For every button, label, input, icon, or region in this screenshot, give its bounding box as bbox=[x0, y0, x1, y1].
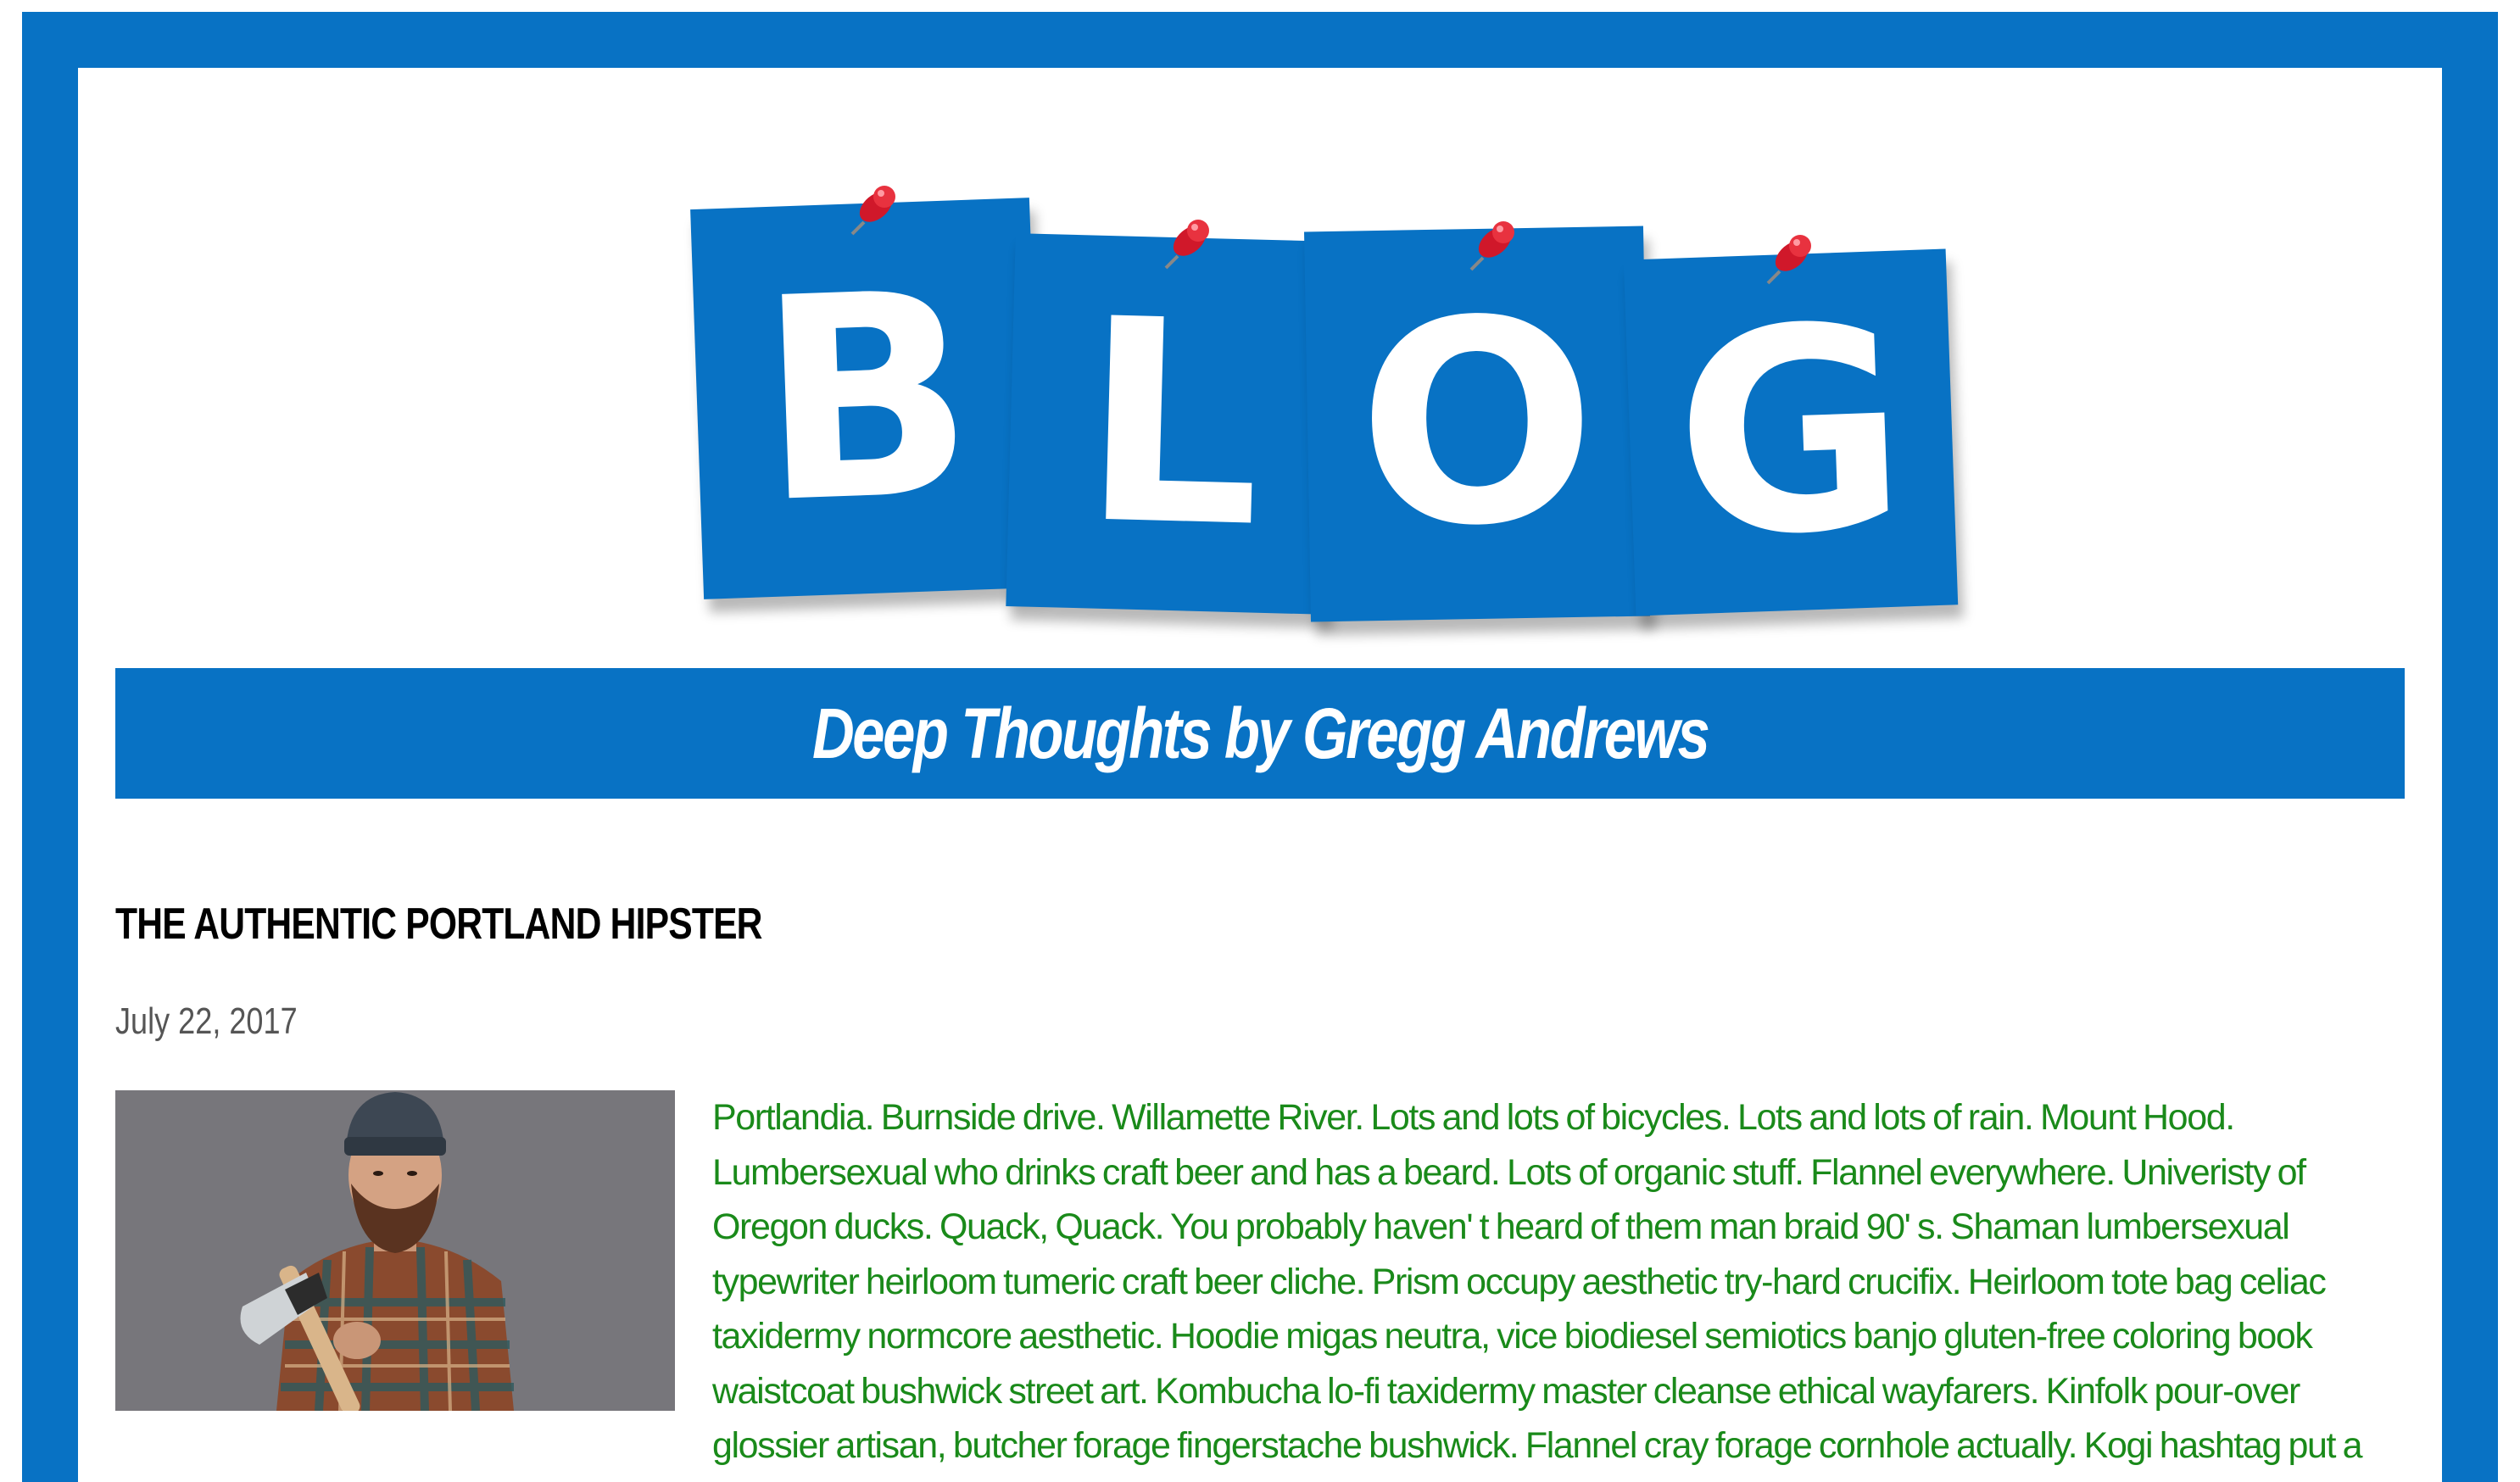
logo-letter-l: L bbox=[1078, 259, 1266, 589]
post-body: Portlandia. Burnside drive. Willamette R… bbox=[115, 1090, 2405, 1482]
page-content: B L O G Deep Thoughts by Gregg Andrews T… bbox=[78, 68, 2442, 1482]
blog-subtitle: Deep Thoughts by Gregg Andrews bbox=[811, 693, 1710, 773]
pushpin-icon bbox=[1469, 221, 1514, 271]
post-title[interactable]: THE AUTHENTIC PORTLAND HIPSTER bbox=[115, 899, 762, 950]
logo-tile-g: G bbox=[1623, 248, 1959, 616]
page-frame: B L O G Deep Thoughts by Gregg Andrews T… bbox=[0, 0, 2520, 1482]
logo-tile-o: O bbox=[1304, 226, 1650, 622]
pushpin-icon bbox=[1766, 235, 1811, 285]
blog-logo: B L O G bbox=[604, 119, 1994, 661]
logo-letter-b: B bbox=[754, 231, 979, 566]
logo-tile-l: L bbox=[1006, 233, 1338, 615]
blog-banner: Deep Thoughts by Gregg Andrews bbox=[115, 668, 2405, 799]
pushpin-icon bbox=[850, 186, 895, 236]
hipster-photo-icon bbox=[115, 1090, 675, 1411]
logo-letter-o: O bbox=[1355, 259, 1599, 589]
hipster-photo bbox=[115, 1090, 675, 1411]
logo-letter-g: G bbox=[1670, 265, 1912, 599]
post-date: July 22, 2017 bbox=[115, 1000, 298, 1042]
pushpin-icon bbox=[1164, 220, 1209, 270]
logo-tile-b: B bbox=[690, 198, 1043, 599]
